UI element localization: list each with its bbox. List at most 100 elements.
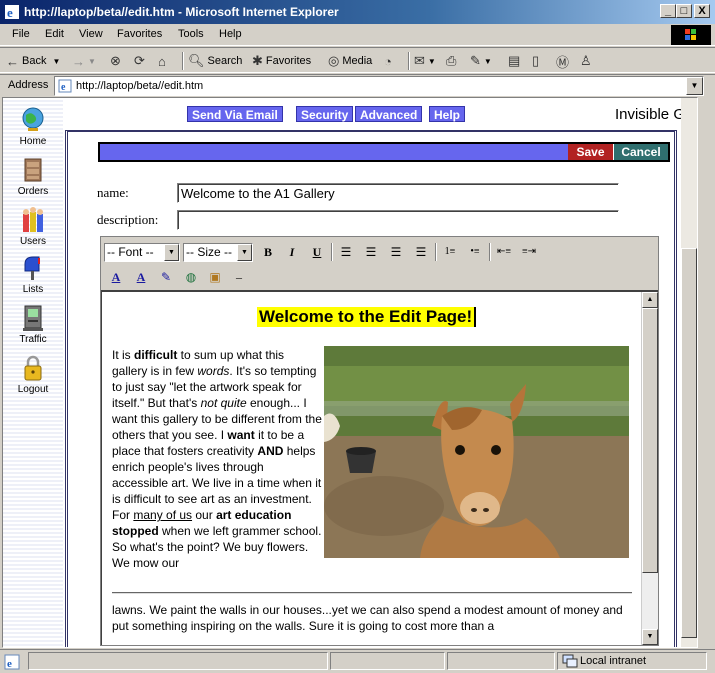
svg-text:e: e — [7, 5, 13, 20]
underline-button[interactable]: U — [307, 243, 327, 261]
nav-label: Traffic — [19, 334, 47, 345]
size-select[interactable]: -- Size -- ▼ — [183, 243, 253, 262]
address-label: Address — [8, 79, 49, 91]
nav-users[interactable]: Users — [3, 206, 63, 247]
content-body-text: It is difficult to sum up what this gall… — [112, 348, 322, 570]
outdent-icon[interactable]: ⇤≡ — [494, 243, 514, 261]
nav-logout[interactable]: Logout — [3, 354, 63, 395]
security-button[interactable]: Security — [296, 106, 354, 122]
contacts-button[interactable]: ♙ — [580, 52, 595, 70]
italic-button[interactable]: I — [282, 243, 302, 261]
save-button[interactable]: Save — [568, 144, 613, 160]
scroll-down-arrow-icon[interactable]: ▼ — [642, 629, 658, 645]
minimize-button[interactable]: _ — [660, 4, 676, 18]
bullet-list-icon[interactable]: •≡ — [465, 243, 485, 261]
dropdown-arrow-icon: ▼ — [237, 244, 252, 261]
align-right-icon[interactable]: ☰ — [386, 243, 406, 261]
menu-help[interactable]: Help — [219, 28, 242, 40]
globe-home-icon — [22, 107, 44, 131]
send-via-email-button[interactable]: Send Via Email — [187, 106, 283, 122]
menu-bar: File Edit View Favorites Tools Help — [0, 24, 715, 46]
windows-logo-icon — [671, 25, 711, 45]
computer-traffic-icon — [23, 305, 43, 331]
font-select[interactable]: -- Font -- ▼ — [104, 243, 180, 262]
nav-traffic[interactable]: Traffic — [3, 304, 63, 345]
page-scroll-thumb[interactable] — [681, 248, 697, 638]
forward-button[interactable]: → ▼ — [72, 52, 96, 70]
page-content: Home Orders Users Lists Traffic Logout S… — [2, 97, 698, 648]
favorites-button[interactable]: ✱ Favorites — [252, 52, 311, 70]
name-field[interactable] — [177, 183, 619, 203]
text-color-icon[interactable]: A — [106, 268, 126, 286]
close-button[interactable]: X — [694, 4, 710, 18]
scroll-up-arrow-icon[interactable]: ▲ — [642, 292, 658, 308]
padlock-logout-icon — [24, 355, 42, 381]
research-icon: ▯ — [532, 53, 540, 68]
print-icon: ⎙ — [446, 53, 457, 68]
history-icon: ◔ — [384, 53, 392, 69]
back-arrow-icon: ← — [6, 53, 19, 69]
numbered-list-icon[interactable]: 1≡ — [440, 243, 460, 261]
indent-icon[interactable]: ≡⇥ — [519, 243, 539, 261]
cancel-button[interactable]: Cancel — [613, 144, 668, 160]
menu-view[interactable]: View — [79, 28, 103, 40]
editor-content-area[interactable]: Welcome to the Edit Page! It is difficul… — [101, 290, 658, 645]
forward-arrow-icon: → — [72, 53, 85, 69]
title-bar: e http://laptop/beta//edit.htm - Microso… — [0, 0, 715, 24]
menu-file[interactable]: File — [12, 28, 30, 40]
search-button[interactable]: 🔍︎ Search — [188, 52, 242, 70]
refresh-button[interactable]: ⟳ — [134, 52, 148, 70]
address-input[interactable]: e http://laptop/beta//edit.htm ▼ — [54, 76, 704, 96]
page-scrollbar[interactable] — [681, 98, 697, 647]
nav-label: Lists — [22, 284, 44, 295]
editor-scroll-thumb[interactable] — [642, 308, 658, 573]
messenger-button[interactable]: Ⓜ — [556, 52, 572, 70]
nav-home[interactable]: Home — [3, 106, 63, 147]
content-tail-text: lawns. We paint the walls in our houses.… — [112, 603, 623, 633]
nav-orders[interactable]: Orders — [3, 156, 63, 197]
content-heading: Welcome to the Edit Page! — [257, 307, 477, 327]
alpaca-photo — [324, 346, 629, 558]
toolbar-separator — [182, 52, 184, 70]
page-status-icon: e — [4, 654, 20, 670]
stop-icon: ⊗ — [110, 53, 121, 68]
home-button[interactable]: ⌂ — [158, 52, 169, 70]
align-left-icon[interactable]: ☰ — [336, 243, 356, 261]
back-button[interactable]: ← Back ▼ — [6, 52, 60, 70]
history-button[interactable]: ◔ — [384, 52, 395, 70]
mail-button[interactable]: ✉ ▼ — [414, 52, 436, 70]
bold-button[interactable]: B — [258, 243, 278, 261]
status-pane — [28, 652, 328, 670]
address-dropdown-button[interactable]: ▼ — [686, 77, 703, 95]
menu-favorites[interactable]: Favorites — [117, 28, 162, 40]
menu-tools[interactable]: Tools — [178, 28, 204, 40]
svg-text:e: e — [7, 658, 12, 670]
toolbar-separator — [331, 243, 333, 261]
align-center-icon[interactable]: ☰ — [361, 243, 381, 261]
horizontal-rule-icon[interactable]: – — [229, 268, 249, 286]
name-label: name: — [97, 185, 129, 200]
status-bar: e Local intranet — [0, 649, 715, 673]
nav-label: Users — [19, 236, 47, 247]
rich-text-editor: -- Font -- ▼ -- Size -- ▼ B I U ☰ ☰ ☰ ☰ 1≡… — [100, 236, 659, 646]
edit-button[interactable]: ✎ ▼ — [470, 52, 492, 70]
media-button[interactable]: ◎ Media — [328, 52, 372, 70]
advanced-button[interactable]: Advanced — [355, 106, 423, 122]
research-button[interactable]: ▯ — [532, 52, 542, 70]
nav-lists[interactable]: Lists — [3, 254, 63, 295]
highlight-pen-icon[interactable]: ✎ — [156, 268, 176, 286]
editor-scrollbar[interactable]: ▲ ▼ — [641, 292, 658, 645]
maximize-button[interactable]: □ — [676, 4, 692, 18]
justify-icon[interactable]: ☰ — [411, 243, 431, 261]
dropdown-arrow-icon: ▼ — [88, 56, 96, 66]
print-button[interactable]: ⎙ — [446, 52, 459, 70]
hyperlink-globe-icon[interactable]: ◍ — [181, 268, 201, 286]
background-color-icon[interactable]: A — [131, 268, 151, 286]
menu-edit[interactable]: Edit — [45, 28, 64, 40]
description-field[interactable] — [177, 210, 619, 230]
stop-button[interactable]: ⊗ — [110, 52, 124, 70]
insert-image-icon[interactable]: ▣ — [205, 268, 225, 286]
users-icon — [23, 207, 43, 232]
discuss-button[interactable]: ▤ — [508, 52, 523, 70]
help-nav-button[interactable]: Help — [429, 106, 466, 122]
